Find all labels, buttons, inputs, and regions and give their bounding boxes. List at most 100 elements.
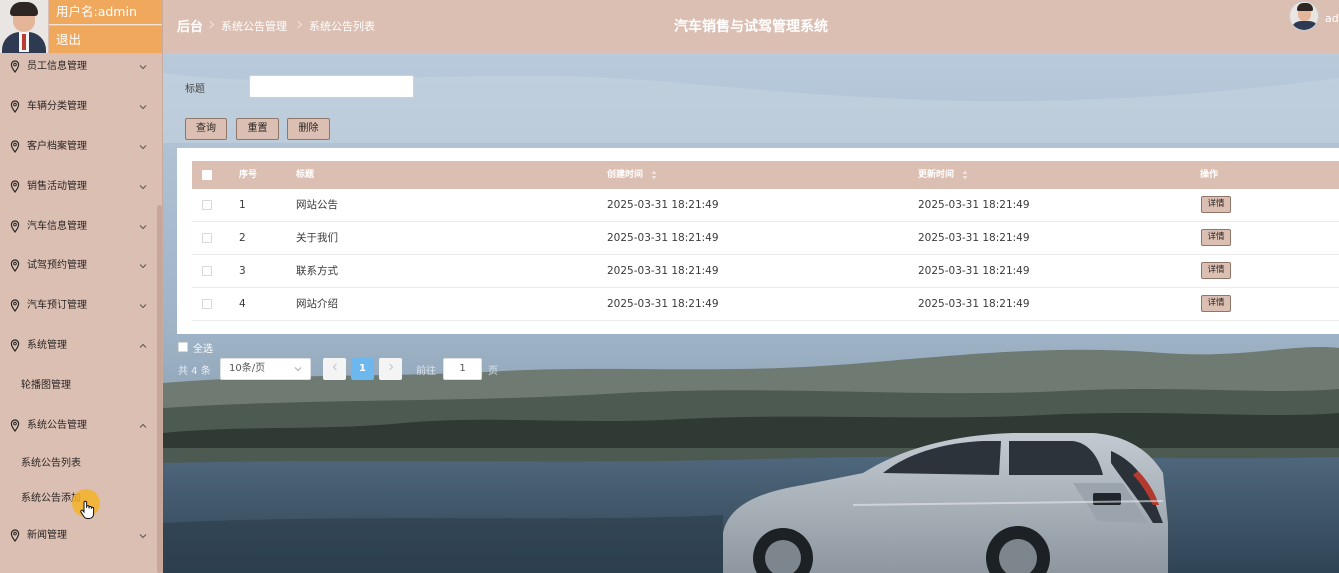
cell-index: 2 xyxy=(239,232,246,244)
profile-panel: 用户名:admin 退出 xyxy=(0,0,162,53)
goto-label: 前往 xyxy=(416,366,436,377)
table-row: 2 关于我们 2025-03-31 18:21:49 2025-03-31 18… xyxy=(192,222,1339,255)
detail-button[interactable]: 详情 xyxy=(1201,262,1231,279)
location-pin-icon xyxy=(10,299,20,312)
detail-button[interactable]: 详情 xyxy=(1201,229,1231,246)
sidebar-item-announcement[interactable]: 系统公告管理 xyxy=(0,412,157,440)
page-size-select[interactable]: 10条/页 xyxy=(220,358,311,380)
row-checkbox[interactable] xyxy=(202,266,212,276)
header-avatar[interactable] xyxy=(1289,1,1319,31)
sidebar-item-label: 销售活动管理 xyxy=(27,181,87,192)
cell-updated: 2025-03-31 18:21:49 xyxy=(918,232,1030,244)
sidebar-item-car-info[interactable]: 汽车信息管理 xyxy=(0,213,157,241)
hand-pointer-icon xyxy=(80,500,95,519)
chevron-down-icon xyxy=(139,145,147,150)
detail-button[interactable]: 详情 xyxy=(1201,295,1231,312)
sidebar-item-label: 客户档案管理 xyxy=(27,141,87,152)
column-header-updated[interactable]: 更新时间 xyxy=(918,161,954,189)
sort-caret-icon[interactable] xyxy=(651,170,657,180)
cell-updated: 2025-03-31 18:21:49 xyxy=(918,298,1030,310)
sidebar-item-employee[interactable]: 员工信息管理 xyxy=(0,53,157,81)
location-pin-icon xyxy=(10,220,20,233)
location-pin-icon xyxy=(10,529,20,542)
sidebar-item-label: 汽车预订管理 xyxy=(27,300,87,311)
cell-updated: 2025-03-31 18:21:49 xyxy=(918,265,1030,277)
sidebar-subitem-label: 系统公告列表 xyxy=(21,458,81,469)
table-row: 1 网站公告 2025-03-31 18:21:49 2025-03-31 18… xyxy=(192,189,1339,222)
sidebar-scrollbar[interactable] xyxy=(157,205,162,573)
column-header-actions: 操作 xyxy=(1200,170,1219,180)
sidebar: 用户名:admin 退出 员工信息管理 车辆分类管理 客户档案管理 销售活动管理… xyxy=(0,0,163,573)
location-pin-icon xyxy=(10,419,20,432)
cell-created: 2025-03-31 18:21:49 xyxy=(607,232,719,244)
row-checkbox[interactable] xyxy=(202,299,212,309)
chevron-down-icon xyxy=(139,185,147,190)
detail-button[interactable]: 详情 xyxy=(1201,196,1231,213)
username-label: 用户名:admin xyxy=(49,0,162,25)
sidebar-item-news[interactable]: 新闻管理 xyxy=(0,522,157,550)
row-checkbox[interactable] xyxy=(202,233,212,243)
location-pin-icon xyxy=(10,259,20,272)
cell-created: 2025-03-31 18:21:49 xyxy=(607,265,719,277)
top-header: 后台 系统公告管理 系统公告列表 汽车销售与试驾管理系统 adm xyxy=(163,0,1339,53)
cell-updated: 2025-03-31 18:21:49 xyxy=(918,199,1030,211)
sidebar-item-label: 汽车信息管理 xyxy=(27,221,87,232)
reset-button[interactable]: 重置 xyxy=(236,118,279,140)
sidebar-subitem-label: 轮播图管理 xyxy=(21,380,71,391)
chevron-down-icon xyxy=(139,264,147,269)
sidebar-item-label: 员工信息管理 xyxy=(27,61,87,72)
location-pin-icon xyxy=(10,339,20,352)
location-pin-icon xyxy=(10,60,20,73)
search-title-label: 标题 xyxy=(185,84,205,95)
sidebar-item-label: 系统公告管理 xyxy=(27,420,87,431)
app-title: 汽车销售与试驾管理系统 xyxy=(674,19,828,35)
page-size-value: 10条/页 xyxy=(229,363,266,374)
page-unit-label: 页 xyxy=(488,366,498,377)
cell-title: 网站公告 xyxy=(296,199,338,211)
sidebar-item-sales-activity[interactable]: 销售活动管理 xyxy=(0,173,157,201)
sidebar-subitem-carousel[interactable]: 轮播图管理 xyxy=(0,373,157,399)
column-header-created[interactable]: 创建时间 xyxy=(607,161,643,189)
sidebar-item-vehicle-category[interactable]: 车辆分类管理 xyxy=(0,93,157,121)
sidebar-item-car-order[interactable]: 汽车预订管理 xyxy=(0,292,157,320)
cell-title: 关于我们 xyxy=(296,232,338,244)
cell-index: 1 xyxy=(239,199,246,211)
sidebar-item-system[interactable]: 系统管理 xyxy=(0,332,157,360)
header-username[interactable]: adm xyxy=(1325,12,1339,25)
query-button[interactable]: 查询 xyxy=(185,118,227,140)
sidebar-item-label: 试驾预约管理 xyxy=(27,260,87,271)
select-all-label[interactable]: 全选 xyxy=(193,340,213,355)
chevron-right-icon xyxy=(388,363,393,371)
sidebar-item-label: 系统管理 xyxy=(27,340,67,351)
delete-button[interactable]: 删除 xyxy=(287,118,330,140)
next-page-button[interactable] xyxy=(379,358,402,380)
chevron-down-icon xyxy=(294,367,302,372)
goto-page-input[interactable]: 1 xyxy=(443,358,482,380)
sidebar-item-label: 新闻管理 xyxy=(27,530,67,541)
cell-index: 3 xyxy=(239,265,246,277)
select-all-checkbox[interactable] xyxy=(178,342,188,352)
header-select-all-checkbox[interactable] xyxy=(202,170,212,180)
page-number-current[interactable]: 1 xyxy=(351,358,374,380)
location-pin-icon xyxy=(10,180,20,193)
table-row: 3 联系方式 2025-03-31 18:21:49 2025-03-31 18… xyxy=(192,255,1339,288)
row-checkbox[interactable] xyxy=(202,200,212,210)
location-pin-icon xyxy=(10,140,20,153)
column-header-index: 序号 xyxy=(239,170,258,180)
sort-caret-icon[interactable] xyxy=(962,170,968,180)
sidebar-subitem-announcement-list[interactable]: 系统公告列表 xyxy=(0,451,157,477)
sidebar-item-customer[interactable]: 客户档案管理 xyxy=(0,133,157,161)
prev-page-button[interactable] xyxy=(323,358,346,380)
cell-title: 网站介绍 xyxy=(296,298,338,310)
chevron-down-icon xyxy=(139,105,147,110)
chevron-left-icon xyxy=(332,363,337,371)
logout-button[interactable]: 退出 xyxy=(49,26,162,53)
search-title-input[interactable] xyxy=(249,75,414,98)
sidebar-item-label: 车辆分类管理 xyxy=(27,101,87,112)
sidebar-item-test-drive[interactable]: 试驾预约管理 xyxy=(0,252,157,280)
location-pin-icon xyxy=(10,100,20,113)
chevron-down-icon xyxy=(139,65,147,70)
column-header-title: 标题 xyxy=(296,170,315,180)
chevron-down-icon xyxy=(139,225,147,230)
cell-created: 2025-03-31 18:21:49 xyxy=(607,199,719,211)
